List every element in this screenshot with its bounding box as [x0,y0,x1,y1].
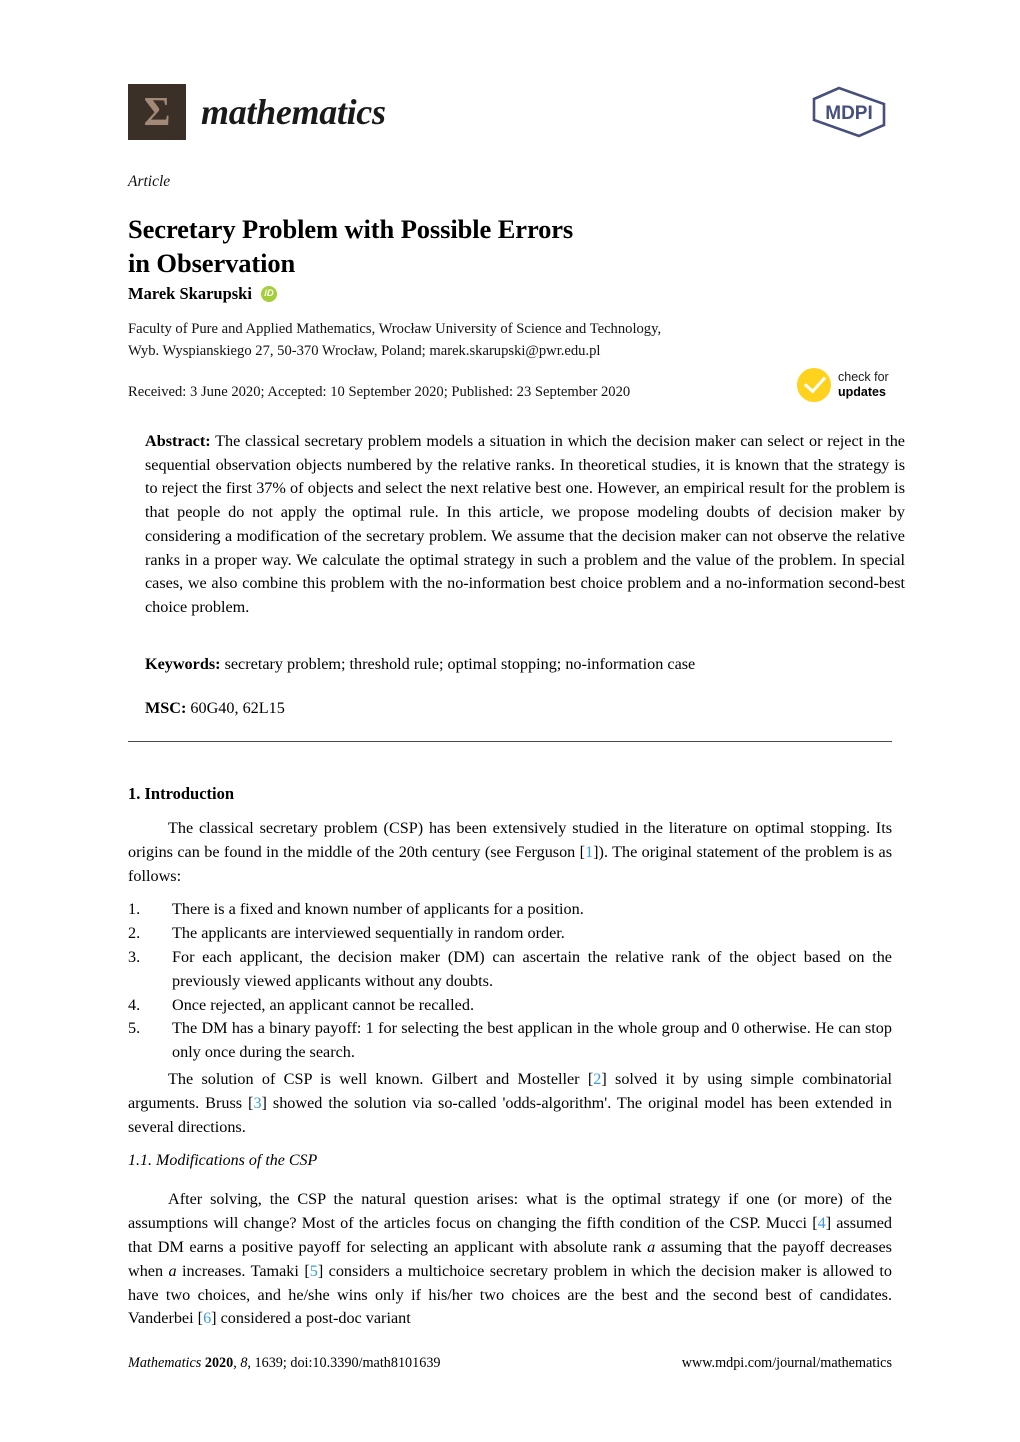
solution-text-a: The solution of CSP is well known. Gilbe… [168,1070,594,1088]
mod-text-d: increases. Tamaki [ [176,1261,310,1280]
footer-url: www.mdpi.com/journal/mathematics [681,1355,892,1371]
check-updates-line-2: updates [838,385,886,399]
footer-journal-name: Mathematics [128,1355,202,1371]
author-name: Marek Skarupski [128,284,252,303]
check-for-updates-badge[interactable]: check for updates [797,364,907,406]
check-mark-icon [797,368,831,402]
list-item-number: 5. [128,1019,141,1038]
section-heading-introduction: 1. Introduction [128,784,235,803]
list-item-text: For each applicant, the decision maker (… [172,947,892,990]
header-divider [128,741,892,742]
abstract-text: The classical secretary problem models a… [145,432,905,617]
footer-citation: Mathematics 2020, 8, 1639; doi:10.3390/m… [128,1355,441,1371]
paper-page: Σ mathematics MDPI Article Secretary Pro… [0,0,1020,1442]
affiliation-line-2: Wyb. Wyspianskiego 27, 50-370 Wrocław, P… [128,343,601,360]
solution-paragraph: The solution of CSP is well known. Gilbe… [128,1068,892,1140]
citation-link-6[interactable]: 6 [203,1309,211,1327]
list-item-number: 1. [128,900,141,918]
abstract-block: Abstract: The classical secretary proble… [145,430,905,620]
orcid-icon[interactable]: iD [260,286,277,302]
msc-block: MSC: 60G40, 62L15 [145,697,905,721]
list-item-number: 3. [128,947,141,966]
keywords-text: secretary problem; threshold rule; optim… [224,655,696,673]
journal-title: mathematics [201,92,386,132]
citation-link-4[interactable]: 4 [818,1214,826,1232]
page-title: Secretary Problem with Possible Errors i… [128,212,828,280]
journal-logo: Σ mathematics [128,84,386,140]
list-item: 2. The applicants are interviewed sequen… [128,922,892,946]
list-item: 4. Once rejected, an applicant cannot be… [128,994,892,1018]
subsection-heading-modifications: 1.1. Modifications of the CSP [128,1152,318,1169]
citation-link-1[interactable]: 1 [585,843,593,861]
citation-link-5[interactable]: 5 [310,1262,318,1280]
article-type-label: Article [128,173,171,190]
page-footer: Mathematics 2020, 8, 1639; doi:10.3390/m… [128,1355,892,1372]
math-variable-a-2: a [168,1261,177,1280]
assumptions-list: 1. There is a fixed and known number of … [128,898,892,1065]
abstract-label: Abstract: [145,432,211,450]
svg-text:MDPI: MDPI [825,103,873,124]
keywords-label: Keywords: [145,655,221,673]
list-item-text: The DM has a binary payoff: 1 for select… [172,1019,892,1062]
affiliation: Faculty of Pure and Applied Mathematics,… [128,318,828,362]
list-item: 3. For each applicant, the decision make… [128,946,892,994]
title-line-2: in Observation [128,247,296,278]
check-updates-text: check for updates [838,370,889,400]
footer-doi: , 1639; doi:10.3390/math8101639 [247,1355,441,1371]
title-line-1: Secretary Problem with Possible Errors [128,213,574,244]
masthead: Σ mathematics MDPI [128,84,892,144]
mdpi-logo-icon: MDPI [812,86,886,138]
sigma-logo-icon: Σ [128,84,186,140]
author-byline: Marek Skarupski iD [128,284,277,304]
affiliation-line-1: Faculty of Pure and Applied Mathematics,… [128,321,662,337]
check-updates-line-1: check for [838,370,889,385]
msc-text: 60G40, 62L15 [190,699,285,717]
publication-dates: Received: 3 June 2020; Accepted: 10 Sept… [128,384,631,400]
list-item-text: The applicants are interviewed sequentia… [172,923,565,942]
list-item-number: 2. [128,923,141,942]
list-item-number: 4. [128,995,141,1014]
msc-label: MSC: [145,699,187,717]
intro-paragraph: The classical secretary problem (CSP) ha… [128,817,892,889]
modifications-paragraph: After solving, the CSP the natural quest… [128,1188,892,1331]
sigma-glyph: Σ [143,87,171,134]
mod-text-f: ] considered a post-doc variant [211,1309,411,1328]
mod-text-a: After solving, the CSP the natural quest… [128,1190,892,1232]
list-item: 5. The DM has a binary payoff: 1 for sel… [128,1017,892,1065]
list-item: 1. There is a fixed and known number of … [128,898,892,922]
keywords-block: Keywords: secretary problem; threshold r… [145,653,905,677]
citation-link-3[interactable]: 3 [253,1094,261,1112]
list-item-text: There is a fixed and known number of app… [172,900,584,918]
list-item-text: Once rejected, an applicant cannot be re… [172,995,474,1014]
footer-year: 2020 [204,1355,234,1371]
